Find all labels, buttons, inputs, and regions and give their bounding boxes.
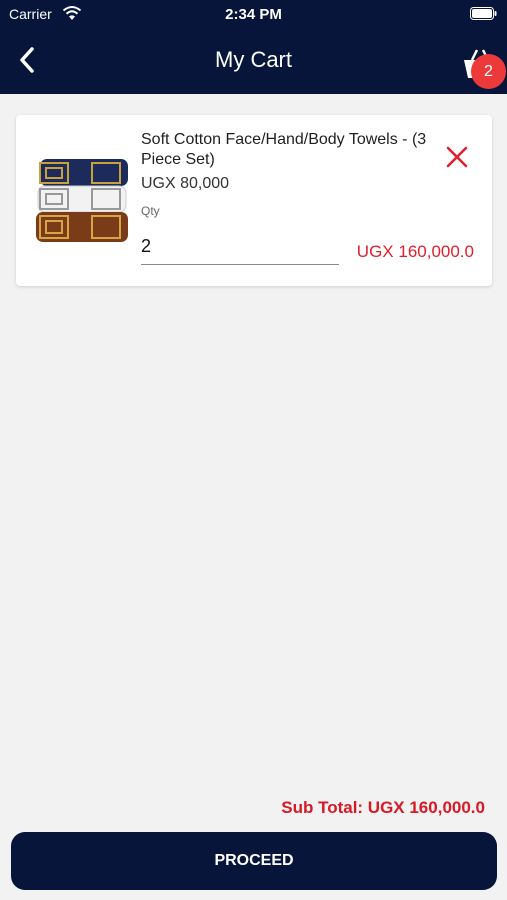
unit-price: UGX 80,000: [141, 175, 230, 192]
app-header: Carrier 2:34 PM My Cart 2: [0, 0, 507, 94]
line-total: UGX 160,000.0: [356, 242, 474, 261]
subtotal-text: Sub Total: UGX 160,000.0: [281, 798, 485, 817]
status-time: 2:34 PM: [225, 6, 282, 23]
battery-icon: [470, 7, 497, 20]
status-bar: Carrier 2:34 PM: [0, 0, 507, 28]
cart-count-badge: 2: [471, 54, 506, 89]
quantity-field[interactable]: [141, 229, 339, 265]
navigation-bar: My Cart 2: [0, 28, 507, 94]
product-name[interactable]: Soft Cotton Face/Hand/Body Towels - (3 P…: [141, 130, 441, 170]
cart-item-card: Soft Cotton Face/Hand/Body Towels - (3 P…: [16, 115, 492, 286]
qty-label: Qty: [141, 204, 160, 218]
product-image: [36, 159, 128, 242]
page-title: My Cart: [215, 47, 292, 72]
close-icon[interactable]: [445, 145, 469, 169]
proceed-button[interactable]: PROCEED: [11, 832, 497, 890]
